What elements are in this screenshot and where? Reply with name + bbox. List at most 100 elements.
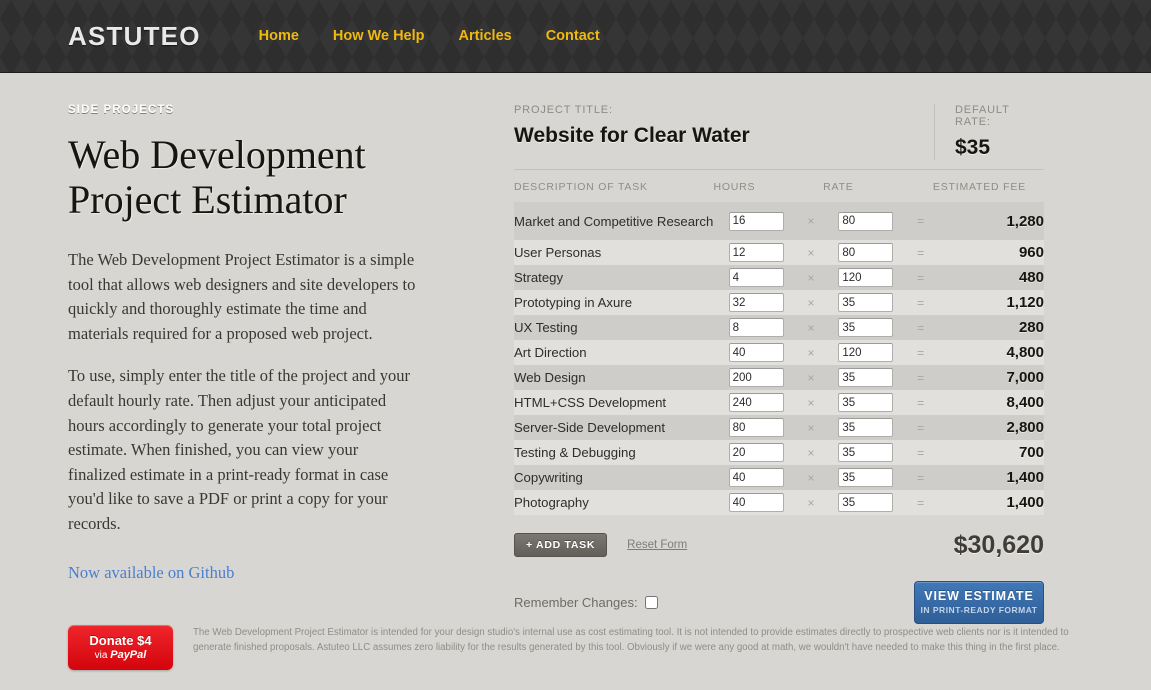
view-estimate-button-subtitle: IN PRINT-READY FORMAT bbox=[920, 605, 1038, 615]
estimated-fee-value: 4,800 bbox=[1006, 344, 1044, 361]
rate-input[interactable] bbox=[838, 443, 894, 463]
hours-input[interactable] bbox=[728, 343, 784, 363]
section-eyebrow: SIDE PROJECTS bbox=[68, 104, 175, 116]
task-description[interactable]: Strategy bbox=[514, 265, 713, 290]
task-row: Photography × = 1,400 bbox=[514, 490, 1044, 515]
hours-input[interactable] bbox=[728, 493, 784, 513]
task-rate-cell bbox=[823, 490, 908, 515]
column-header-spacer-equals bbox=[908, 170, 932, 202]
default-rate-input[interactable]: $35 bbox=[955, 136, 1044, 160]
equals-operator: = bbox=[917, 320, 925, 335]
multiply-operator: × bbox=[807, 370, 815, 385]
nav-link-contact[interactable]: Contact bbox=[546, 28, 600, 44]
rate-input[interactable] bbox=[838, 343, 894, 363]
rate-input[interactable] bbox=[838, 268, 894, 288]
estimated-fee-value: 700 bbox=[1018, 444, 1044, 461]
task-hours-cell bbox=[713, 465, 798, 490]
equals-operator: = bbox=[917, 445, 925, 460]
view-estimate-button[interactable]: VIEW ESTIMATE IN PRINT-READY FORMAT bbox=[914, 581, 1044, 624]
task-hours-cell bbox=[713, 415, 798, 440]
reset-form-link[interactable]: Reset Form bbox=[627, 539, 687, 551]
main-nav: Home How We Help Articles Contact bbox=[259, 28, 600, 44]
multiply-operator: × bbox=[807, 420, 815, 435]
intro-column: SIDE PROJECTS Web Development Project Es… bbox=[68, 104, 418, 583]
default-rate-label: DEFAULT RATE: bbox=[955, 104, 1010, 128]
task-rate-cell bbox=[823, 265, 908, 290]
task-hours-cell bbox=[713, 365, 798, 390]
nav-link-home[interactable]: Home bbox=[259, 28, 299, 44]
task-description[interactable]: User Personas bbox=[514, 240, 713, 265]
equals-operator: = bbox=[917, 270, 925, 285]
hours-input[interactable] bbox=[728, 368, 784, 388]
estimated-fee-value: 8,400 bbox=[1006, 394, 1044, 411]
rate-input[interactable] bbox=[838, 293, 894, 313]
task-description[interactable]: Testing & Debugging bbox=[514, 440, 713, 465]
donate-button[interactable]: Donate $4 via PayPal bbox=[68, 625, 173, 670]
task-table-body: Market and Competitive Research × = 1,280 Us… bbox=[514, 202, 1044, 515]
rate-input[interactable] bbox=[838, 468, 894, 488]
brand-logo[interactable]: ASTUTEO bbox=[68, 21, 201, 52]
hours-input[interactable] bbox=[728, 318, 784, 338]
task-rate-cell bbox=[823, 465, 908, 490]
estimated-fee-value: 1,280 bbox=[1006, 212, 1044, 230]
task-description[interactable]: Server-Side Development bbox=[514, 415, 713, 440]
page-title: Web Development Project Estimator bbox=[68, 132, 366, 222]
hours-input[interactable] bbox=[728, 243, 784, 263]
estimated-fee-value: 480 bbox=[1018, 269, 1044, 286]
equals-operator: = bbox=[917, 345, 925, 360]
task-description[interactable]: Art Direction bbox=[514, 340, 713, 365]
rate-input[interactable] bbox=[838, 493, 894, 513]
grand-total-value: $30,620 bbox=[953, 530, 1044, 559]
task-rate-cell bbox=[823, 365, 908, 390]
hours-input[interactable] bbox=[728, 418, 784, 438]
estimated-fee-value: 2,800 bbox=[1006, 419, 1044, 436]
task-description[interactable]: Copywriting bbox=[514, 465, 713, 490]
hours-input[interactable] bbox=[728, 268, 784, 288]
disclaimer-text: The Web Development Project Estimator is… bbox=[193, 627, 1069, 653]
rate-input[interactable] bbox=[838, 243, 894, 263]
hours-input[interactable] bbox=[728, 393, 784, 413]
rate-input[interactable] bbox=[838, 368, 894, 388]
estimator-panel: PROJECT TITLE: Website for Clear Water D… bbox=[514, 104, 1044, 624]
equals-operator: = bbox=[917, 295, 925, 310]
donate-button-subtitle: via PayPal bbox=[68, 649, 173, 661]
task-row: Testing & Debugging × = 700 bbox=[514, 440, 1044, 465]
rate-input[interactable] bbox=[838, 318, 894, 338]
multiply-operator: × bbox=[807, 295, 815, 310]
hours-input[interactable] bbox=[728, 468, 784, 488]
project-title-input[interactable]: Website for Clear Water bbox=[514, 124, 934, 148]
estimated-fee-value: 280 bbox=[1018, 319, 1044, 336]
rate-input[interactable] bbox=[838, 418, 894, 438]
remember-changes-checkbox[interactable] bbox=[644, 596, 658, 609]
column-header-fee: ESTIMATED FEE bbox=[932, 181, 1026, 193]
task-description[interactable]: HTML+CSS Development bbox=[514, 390, 713, 415]
nav-link-articles[interactable]: Articles bbox=[459, 28, 512, 44]
hours-input[interactable] bbox=[728, 211, 784, 231]
rate-input[interactable] bbox=[838, 393, 894, 413]
hours-input[interactable] bbox=[728, 293, 784, 313]
column-header-hours: HOURS bbox=[713, 181, 756, 193]
hours-input[interactable] bbox=[728, 443, 784, 463]
task-description[interactable]: Market and Competitive Research bbox=[514, 202, 713, 240]
estimated-fee-value: 1,400 bbox=[1006, 494, 1044, 511]
task-rate-cell bbox=[823, 440, 908, 465]
remember-changes-label: Remember Changes: bbox=[514, 595, 638, 610]
task-description[interactable]: Web Design bbox=[514, 365, 713, 390]
paypal-wordmark: PayPal bbox=[110, 649, 147, 661]
estimator-header: PROJECT TITLE: Website for Clear Water D… bbox=[514, 104, 1044, 170]
github-link[interactable]: Now available on Github bbox=[68, 563, 234, 583]
intro-paragraph-2: To use, simply enter the title of the pr… bbox=[68, 366, 411, 533]
add-task-button[interactable]: + ADD TASK bbox=[514, 533, 608, 557]
task-row: Server-Side Development × = 2,800 bbox=[514, 415, 1044, 440]
task-table-head: DESCRIPTION OF TASK HOURS RATE ESTIMATED… bbox=[514, 170, 1044, 202]
intro-paragraph-1: The Web Development Project Estimator is… bbox=[68, 250, 416, 343]
task-row: HTML+CSS Development × = 8,400 bbox=[514, 390, 1044, 415]
task-description[interactable]: Prototyping in Axure bbox=[514, 290, 713, 315]
task-description[interactable]: UX Testing bbox=[514, 315, 713, 340]
column-header-description: DESCRIPTION OF TASK bbox=[514, 181, 648, 193]
nav-link-how-we-help[interactable]: How We Help bbox=[333, 28, 425, 44]
rate-input[interactable] bbox=[838, 211, 894, 231]
task-description[interactable]: Photography bbox=[514, 490, 713, 515]
estimated-fee-value: 960 bbox=[1018, 244, 1044, 261]
task-rate-cell bbox=[823, 315, 908, 340]
